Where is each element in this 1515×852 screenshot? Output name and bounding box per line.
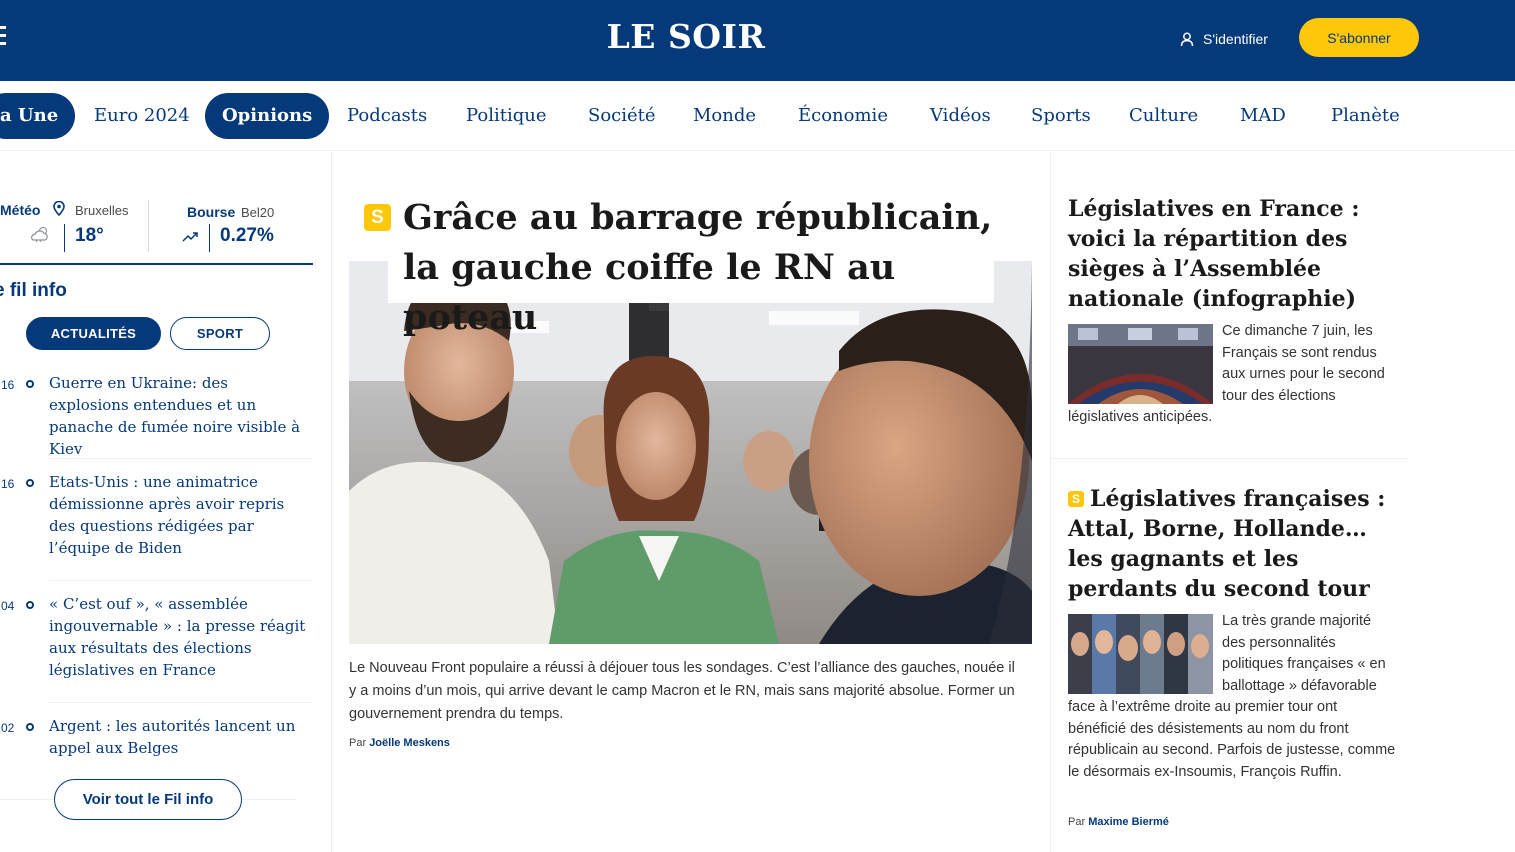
story-byline: Par Maxime Biermé [1068, 816, 1169, 828]
trend-up-icon [182, 232, 198, 242]
site-logo[interactable]: LE SOIR [0, 17, 1372, 56]
news-headline[interactable]: Guerre en Ukraine: des explosions entend… [49, 372, 311, 460]
story-divider [1050, 458, 1408, 459]
weather-temperature: 18° [75, 225, 104, 246]
widget-divider [148, 200, 149, 252]
nav-item-economie[interactable]: Économie [781, 93, 905, 139]
news-time: 16 [1, 477, 15, 491]
author-name[interactable]: Maxime Biermé [1088, 816, 1169, 828]
nav-item-euro-2024[interactable]: Euro 2024 [77, 93, 207, 139]
timeline-dot-icon [26, 601, 34, 609]
author-name[interactable]: Joëlle Meskens [369, 737, 450, 749]
nav-item-societe[interactable]: Société [571, 93, 673, 139]
byline-prefix: Par [349, 737, 367, 749]
subscribe-button[interactable]: S'abonner [1299, 18, 1419, 57]
main-story-byline: Par Joëlle Meskens [349, 737, 450, 749]
byline-prefix: Par [1068, 816, 1086, 828]
nav-item-planete[interactable]: Planète [1314, 93, 1417, 139]
news-headline[interactable]: « C’est ouf », « assemblée ingouvernable… [49, 593, 311, 681]
weather-separator [64, 224, 65, 252]
main-nav: a Une Euro 2024 Opinions Podcasts Politi… [0, 81, 1515, 151]
tab-actualites[interactable]: ACTUALITÉS [26, 317, 161, 350]
timeline-dot-icon [26, 380, 34, 388]
nav-item-politique[interactable]: Politique [449, 93, 564, 139]
nav-item-podcasts[interactable]: Podcasts [330, 93, 444, 139]
nav-item-sports[interactable]: Sports [1014, 93, 1108, 139]
tab-sport[interactable]: SPORT [170, 317, 270, 350]
story-title[interactable]: S Législatives françaises : Attal, Borne,… [1068, 484, 1403, 604]
fil-info-title: e fil info [0, 280, 67, 301]
stock-value: 0.27% [220, 225, 274, 246]
story-title[interactable]: Législatives en France : voici la répart… [1068, 194, 1403, 314]
subscriber-badge-icon: S [1068, 491, 1084, 507]
stock-separator [209, 224, 210, 252]
weather-title: Météo [0, 202, 41, 218]
story-summary: La très grande majorité des personnalité… [1068, 611, 1398, 783]
main-story-summary: Le Nouveau Front populaire a réussi à dé… [349, 660, 1015, 722]
news-time: 04 [1, 599, 15, 613]
main-story-title[interactable]: Grâce au barrage républicain, la gauche … [403, 193, 1028, 343]
news-divider [49, 580, 313, 581]
weather-city: Bruxelles [75, 203, 129, 218]
news-divider [49, 458, 313, 459]
news-divider [49, 702, 313, 703]
subscriber-badge-icon: S [364, 204, 391, 231]
nav-item-monde[interactable]: Monde [676, 93, 773, 139]
user-icon [1180, 32, 1194, 46]
story-title-text: Législatives françaises : Attal, Borne, … [1068, 486, 1386, 602]
nav-item-opinions[interactable]: Opinions [205, 93, 330, 139]
left-column: Météo Bruxelles 18° Bourse Bel20 0.27% e… [0, 152, 332, 852]
story-summary: Ce dimanche 7 juin, les Français se sont… [1068, 321, 1398, 429]
assembly-photo[interactable] [1068, 324, 1213, 404]
nav-item-mad[interactable]: MAD [1223, 93, 1303, 139]
location-pin-icon [53, 201, 65, 216]
nav-item-une[interactable]: a Une [0, 93, 76, 139]
news-time: 16 [1, 378, 15, 392]
cloudy-weather-icon [31, 226, 48, 243]
news-time: 02 [1, 721, 15, 735]
news-headline[interactable]: Etats-Unis : une animatrice démissionne … [49, 471, 311, 559]
politicians-photo[interactable] [1068, 614, 1213, 694]
nav-item-culture[interactable]: Culture [1112, 93, 1215, 139]
timeline-dot-icon [26, 723, 34, 731]
top-header: LE SOIR S'identifier S'abonner [0, 0, 1515, 81]
stock-title: Bourse [187, 204, 236, 220]
login-label: S'identifier [1203, 31, 1268, 47]
news-headline[interactable]: Argent : les autorités lancent un appel … [49, 715, 311, 759]
login-link[interactable]: S'identifier [1180, 28, 1268, 50]
stock-index: Bel20 [241, 205, 275, 220]
info-widgets: Météo Bruxelles 18° Bourse Bel20 0.27% [0, 200, 313, 265]
nav-item-videos[interactable]: Vidéos [913, 93, 1008, 139]
see-all-fil-info-button[interactable]: Voir tout le Fil info [54, 779, 242, 820]
timeline-dot-icon [26, 479, 34, 487]
